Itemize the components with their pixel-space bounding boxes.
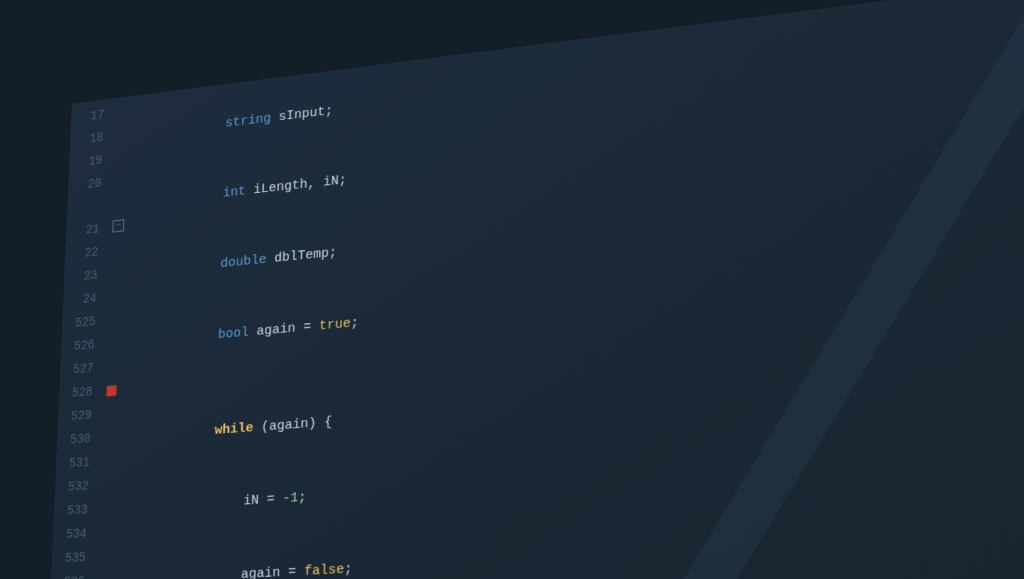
ln-536: 536: [50, 571, 85, 579]
while-kw: while: [214, 420, 253, 438]
int-kw: int: [223, 184, 246, 201]
ln-18: 18: [70, 127, 104, 154]
ln-24: 24: [63, 288, 97, 314]
ln-533: 533: [54, 499, 89, 525]
ln-529: 529: [58, 405, 92, 431]
code-editor: 17 18 19 20 21 22 23 24 525 526 527 528 …: [0, 0, 1024, 579]
code-lines: string sInput; int iLength, iN; double d…: [67, 0, 1024, 579]
ln-blank: [67, 196, 101, 223]
false-kw: false: [304, 562, 345, 579]
editor-root: 17 18 19 20 21 22 23 24 525 526 527 528 …: [0, 0, 1024, 579]
ln-534: 534: [52, 523, 87, 549]
ln-20: 20: [68, 173, 102, 200]
ln-530: 530: [57, 428, 92, 454]
neg-one: -1: [282, 490, 298, 506]
ln-19: 19: [69, 150, 103, 177]
ln-527: 527: [60, 358, 94, 384]
ln-526: 526: [61, 334, 95, 360]
ln-23: 23: [64, 265, 98, 291]
ln-532: 532: [55, 475, 90, 501]
ln-528: 528: [59, 381, 93, 407]
bool-kw: bool: [218, 325, 249, 343]
ln-21: 21: [66, 219, 100, 245]
ln-535: 535: [51, 547, 86, 573]
code-area: 17 18 19 20 21 22 23 24 525 526 527 528 …: [0, 0, 1024, 579]
ln-525: 525: [62, 311, 96, 337]
ln-17: 17: [71, 104, 105, 131]
ln-531: 531: [56, 452, 91, 478]
fold-marker-22[interactable]: −: [112, 219, 124, 232]
ln-22: 22: [65, 242, 99, 268]
line-numbers: 17 18 19 20 21 22 23 24 525 526 527 528 …: [0, 103, 116, 579]
editor-wrapper: 17 18 19 20 21 22 23 24 525 526 527 528 …: [0, 0, 1024, 579]
double-kw: double: [220, 252, 267, 271]
type-kw: string: [225, 111, 271, 131]
breakpoint-529[interactable]: [106, 385, 116, 396]
